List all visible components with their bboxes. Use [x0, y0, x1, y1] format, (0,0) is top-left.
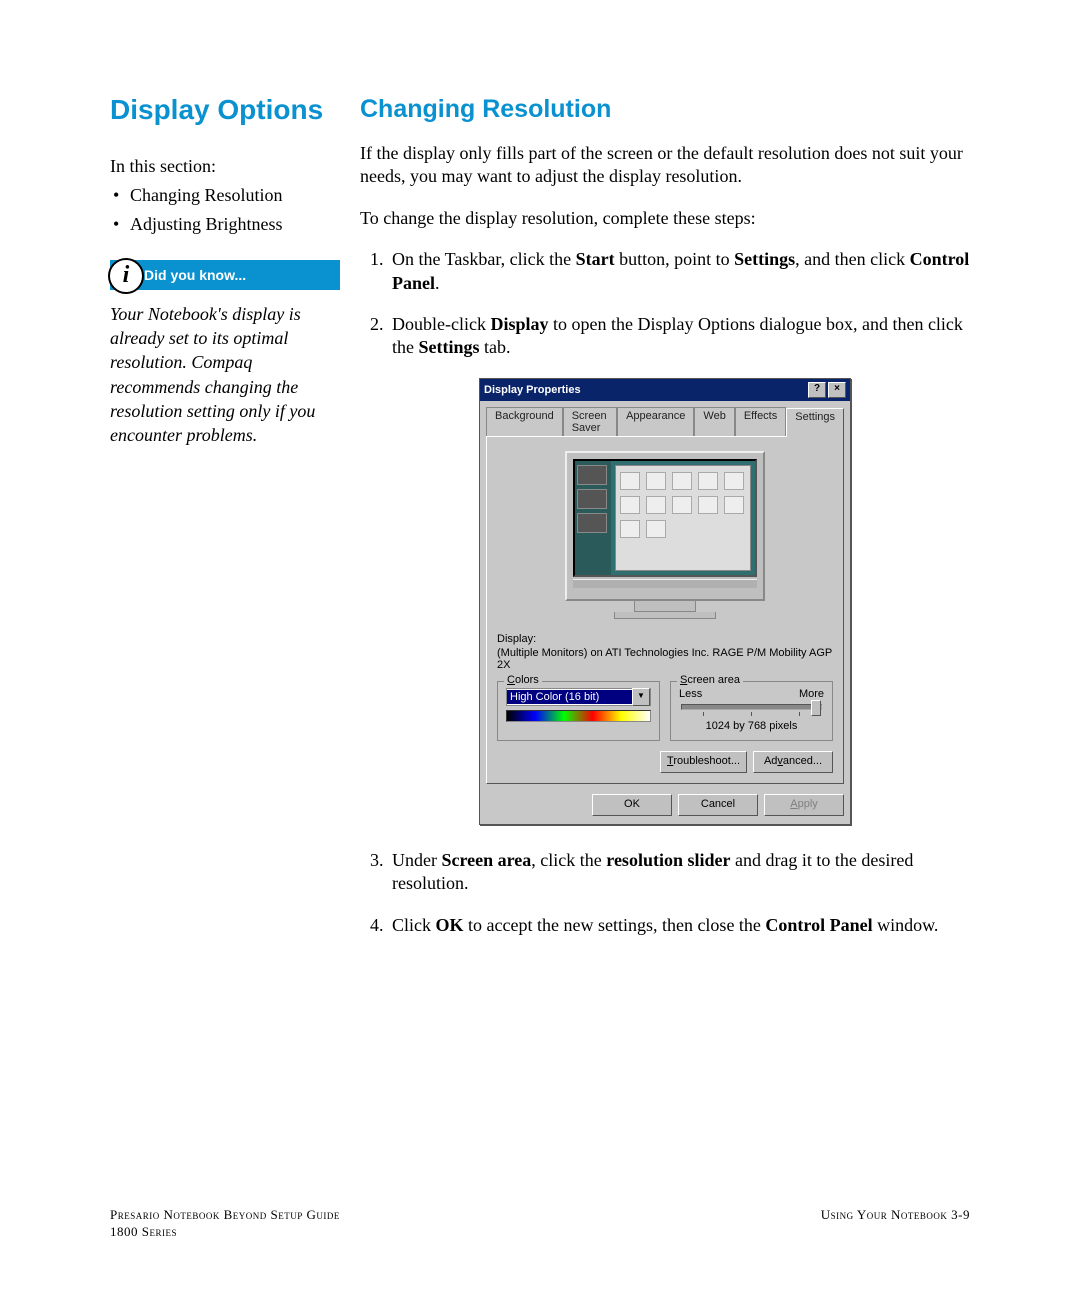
page-footer: Presario Notebook Beyond Setup Guide 180… [110, 1207, 970, 1241]
less-label: Less [679, 688, 702, 700]
intro-paragraph: If the display only fills part of the sc… [360, 142, 970, 189]
colors-legend: Colors [504, 674, 542, 686]
tip-text: Your Notebook's display is already set t… [110, 302, 340, 448]
colors-dropdown[interactable]: High Color (16 bit) ▼ [506, 688, 651, 706]
section-toc: Changing Resolution Adjusting Brightness [110, 185, 340, 235]
display-description: (Multiple Monitors) on ATI Technologies … [497, 647, 833, 671]
screen-area-legend: Screen area [677, 674, 743, 686]
section-title: Display Options [110, 95, 340, 126]
did-you-know-label: Did you know... [144, 267, 246, 283]
step-3: Under Screen area, click the resolution … [388, 849, 970, 896]
settings-panel: Display: (Multiple Monitors) on ATI Tech… [486, 436, 844, 784]
slider-thumb[interactable] [811, 700, 821, 716]
screen-area-group: Screen area Less More 1024 by 768 pixels [670, 681, 833, 741]
display-properties-dialog: Display Properties ? × Background Screen… [479, 378, 851, 825]
ok-button[interactable]: OK [592, 794, 672, 816]
footer-chapter-page: Using Your Notebook 3-9 [821, 1207, 970, 1241]
tab-appearance[interactable]: Appearance [617, 407, 694, 436]
in-this-section: In this section: [110, 156, 340, 177]
colors-group: Colors High Color (16 bit) ▼ [497, 681, 660, 741]
did-you-know-header: i Did you know... [110, 260, 340, 290]
dialog-titlebar: Display Properties ? × [480, 379, 850, 401]
close-button[interactable]: × [828, 382, 846, 398]
apply-button[interactable]: Apply [764, 794, 844, 816]
help-button[interactable]: ? [808, 382, 826, 398]
subsection-title: Changing Resolution [360, 95, 970, 124]
tab-web[interactable]: Web [694, 407, 734, 436]
toc-item: Changing Resolution [110, 185, 340, 206]
cancel-button[interactable]: Cancel [678, 794, 758, 816]
tab-bar: Background Screen Saver Appearance Web E… [480, 401, 850, 436]
more-label: More [799, 688, 824, 700]
lead-in-paragraph: To change the display resolution, comple… [360, 207, 970, 230]
monitor-preview [565, 451, 765, 619]
footer-series: 1800 Series [110, 1224, 340, 1241]
step-2: Double-click Display to open the Display… [388, 313, 970, 360]
step-4: Click OK to accept the new settings, the… [388, 914, 970, 937]
info-icon: i [108, 258, 144, 294]
footer-guide-title: Presario Notebook Beyond Setup Guide [110, 1207, 340, 1224]
tab-background[interactable]: Background [486, 407, 563, 436]
steps-list-cont: Under Screen area, click the resolution … [360, 849, 970, 937]
color-preview-bar [506, 710, 651, 722]
steps-list: On the Taskbar, click the Start button, … [360, 248, 970, 360]
dropdown-arrow-icon[interactable]: ▼ [632, 688, 650, 706]
step-1: On the Taskbar, click the Start button, … [388, 248, 970, 295]
tab-effects[interactable]: Effects [735, 407, 786, 436]
colors-value: High Color (16 bit) [507, 690, 632, 704]
dialog-title: Display Properties [484, 384, 581, 396]
tab-screensaver[interactable]: Screen Saver [563, 407, 617, 436]
resolution-slider[interactable] [681, 704, 822, 710]
tab-settings[interactable]: Settings [786, 408, 844, 437]
toc-item: Adjusting Brightness [110, 214, 340, 235]
advanced-button[interactable]: Advanced... [753, 751, 833, 773]
display-label: Display: [497, 633, 833, 645]
troubleshoot-button[interactable]: Troubleshoot... [660, 751, 747, 773]
resolution-text: 1024 by 768 pixels [679, 720, 824, 732]
